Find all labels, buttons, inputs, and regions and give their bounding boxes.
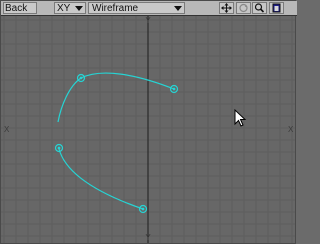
maximize-view-button[interactable]	[269, 2, 284, 14]
view-plane-dropdown[interactable]: XY	[54, 2, 86, 14]
viewport-toolbar: Back XY Wireframe	[1, 1, 297, 16]
render-mode-label: Wireframe	[92, 3, 139, 14]
render-mode-dropdown[interactable]: Wireframe	[88, 2, 185, 14]
view-name-dropdown[interactable]: Back	[3, 2, 37, 14]
chevron-down-icon	[174, 6, 182, 11]
rotate-view-icon	[239, 3, 248, 13]
curve-point-4[interactable]	[138, 204, 148, 214]
view-name-label: Back	[5, 3, 28, 14]
axis-label-left: X	[4, 125, 10, 134]
move-view-icon	[221, 3, 232, 13]
axis-label-top: Y	[145, 16, 151, 25]
view-plane-label: XY	[57, 3, 71, 14]
move-view-button[interactable]	[219, 2, 234, 14]
rotate-view-button[interactable]	[236, 2, 251, 14]
zoom-view-icon	[254, 3, 265, 13]
chevron-down-icon	[75, 6, 83, 11]
maximize-view-icon	[272, 3, 281, 13]
axis-label-bottom: Y	[145, 233, 151, 242]
viewport-window[interactable]: Back XY Wireframe Y Y X X	[0, 0, 297, 244]
zoom-view-button[interactable]	[252, 2, 267, 14]
viewport-canvas[interactable]: Y Y X X	[1, 16, 295, 243]
curve-upper-left-segment[interactable]	[57, 77, 82, 123]
axis-label-right: X	[288, 125, 294, 134]
